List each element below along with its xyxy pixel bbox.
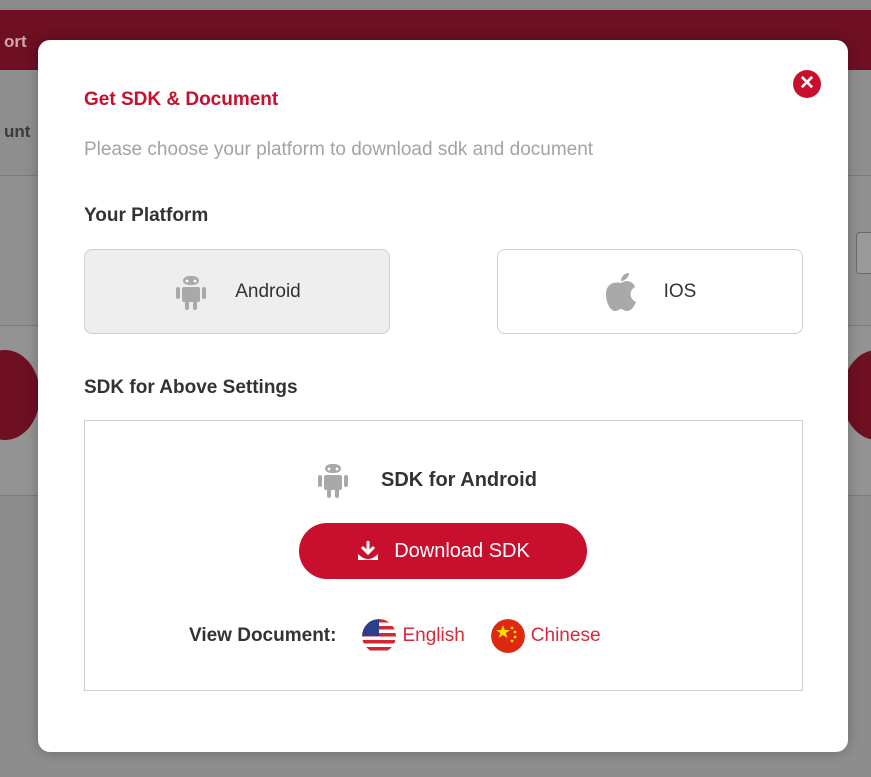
download-sdk-label: Download SDK (394, 539, 530, 562)
platform-section-label: Your Platform (84, 205, 209, 226)
view-document-label: View Document: (189, 625, 337, 646)
background-section-text: unt (4, 122, 31, 141)
download-sdk-button[interactable]: Download SDK (299, 523, 587, 579)
sdk-heading-row: SDK for Android (315, 461, 537, 499)
platform-android-label: Android (235, 280, 301, 302)
platform-ios-button[interactable]: IOS (497, 249, 803, 334)
background-button (856, 232, 871, 274)
sdk-section-label: SDK for Above Settings (84, 377, 298, 398)
download-icon (358, 541, 379, 560)
china-flag-icon (490, 619, 525, 653)
android-icon (176, 275, 207, 310)
document-english-link[interactable]: English (362, 619, 465, 653)
view-document-row: View Document: English Chinese (189, 619, 601, 653)
apple-icon (605, 272, 636, 311)
background-topbar-text: ort (4, 32, 27, 51)
document-chinese-link[interactable]: Chinese (490, 619, 601, 653)
us-flag-icon (362, 619, 397, 653)
platform-ios-label: IOS (663, 280, 697, 302)
modal-subtitle: Please choose your platform to download … (84, 139, 594, 160)
sdk-box: SDK for Android Download SDK View Docume… (84, 420, 803, 691)
document-chinese-label: Chinese (530, 625, 601, 646)
modal-title: Get SDK & Document (84, 89, 279, 110)
sdk-heading: SDK for Android (381, 468, 537, 491)
android-icon (318, 464, 348, 498)
platform-android-button[interactable]: Android (84, 249, 390, 334)
close-icon[interactable]: ✕ (793, 70, 821, 98)
document-english-label: English (402, 625, 465, 646)
